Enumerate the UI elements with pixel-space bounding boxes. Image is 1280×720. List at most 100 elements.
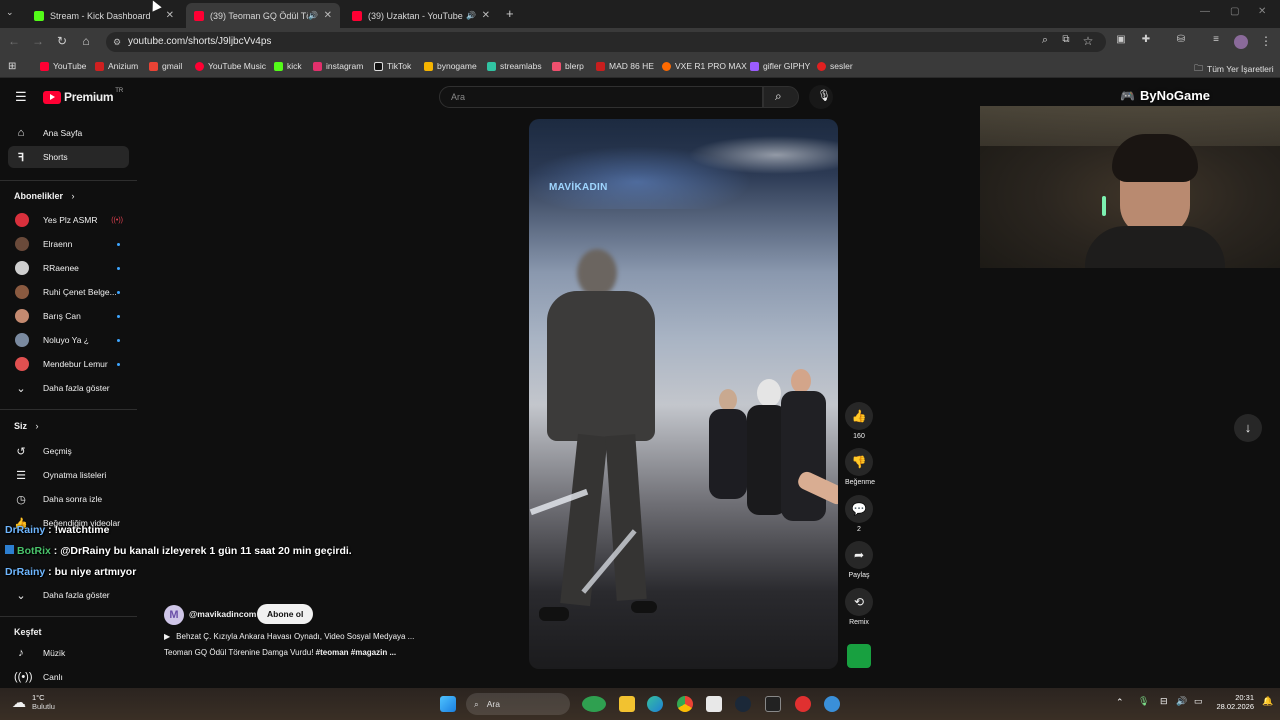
maximize-button[interactable]: ▢ (1230, 6, 1239, 17)
search-button[interactable]: ⌕ (763, 86, 799, 108)
speaker-icon[interactable]: 🔊 (308, 11, 318, 20)
sidebar-item-watch-later[interactable]: ◷ Daha sonra izle (8, 488, 129, 510)
subscription-item[interactable]: Elraenn (8, 233, 129, 255)
show-more-subscriptions[interactable]: ⌄ Daha fazla göster (8, 377, 129, 399)
url-field[interactable]: ⚙ youtube.com/shorts/J9ljbcVv4ps (106, 32, 1106, 52)
bookmark-kick[interactable]: kick (274, 61, 302, 71)
bookmark-mad86[interactable]: MAD 86 HE (596, 61, 654, 71)
weather-widget[interactable]: ☁ 1°C Bulutlu (12, 693, 55, 711)
close-tab-icon[interactable]: ✕ (166, 10, 174, 21)
bookmark-youtube[interactable]: YouTube (40, 61, 86, 71)
windows-start-icon[interactable] (440, 696, 456, 712)
you-heading[interactable]: Siz › (14, 421, 39, 431)
back-icon[interactable]: ← (6, 34, 22, 48)
microphone-icon: 🎙 (817, 90, 831, 102)
youtube-premium-logo[interactable]: Premium TR (43, 88, 123, 104)
minimize-button[interactable]: — (1200, 6, 1210, 17)
taskbar-search[interactable]: ⌕ Ara (466, 693, 570, 715)
speaker-icon[interactable]: 🔊 (466, 11, 476, 20)
short-title-line2[interactable]: Teoman GQ Ödül Törenine Damga Vurdu! #te… (164, 648, 396, 657)
sidebar-item-shorts[interactable]: ꟻ Shorts (8, 146, 129, 168)
subscription-item[interactable]: Yes Plz ASMR ((•)) (8, 209, 129, 231)
reading-list-icon[interactable]: ≡ (1208, 34, 1224, 45)
short-title-line1[interactable]: ▶ Behzat Ç. Kızıyla Ankara Havası Oynadı,… (164, 632, 414, 641)
bookmark-gmail[interactable]: gmail (149, 61, 182, 71)
menu-kebab-icon[interactable]: ⋮ (1258, 34, 1274, 48)
extensions-icon[interactable]: ✚ (1138, 34, 1154, 45)
bookmark-streamlabs[interactable]: streamlabs (487, 61, 542, 71)
widgets-app-icon[interactable] (582, 696, 606, 712)
subscribe-button[interactable]: Abone ol (257, 604, 314, 624)
next-video-button[interactable]: ↓ (1234, 414, 1262, 442)
new-tab-button[interactable]: + (506, 6, 514, 21)
bookmark-instagram[interactable]: instagram (313, 61, 363, 71)
sidebar-item-playlists[interactable]: ☰ Oynatma listeleri (8, 464, 129, 486)
sound-thumbnail[interactable] (847, 644, 871, 668)
forward-icon[interactable]: → (30, 34, 46, 48)
all-bookmarks[interactable]: 🗀 Tüm Yer İşaretleri (1194, 61, 1274, 77)
subscription-item[interactable]: Barış Can (8, 305, 129, 327)
apps-grid-icon[interactable]: ⊞ (8, 61, 16, 72)
extension-icon-1[interactable]: ▣ (1113, 34, 1129, 45)
steam-icon[interactable] (735, 696, 751, 712)
like-button[interactable]: 👍 160 (845, 402, 873, 440)
edge-icon[interactable] (647, 696, 663, 712)
subscription-item[interactable]: RRaenee (8, 257, 129, 279)
clock[interactable]: 20:31 28.02.2026 (1208, 693, 1254, 711)
subscription-item[interactable]: Mendebur Lemur (8, 353, 129, 375)
close-tab-icon[interactable]: ✕ (324, 10, 332, 21)
bookmark-sesler[interactable]: sesler (817, 61, 853, 71)
home-icon[interactable]: ⌂ (78, 34, 94, 48)
close-tab-icon[interactable]: ✕ (482, 10, 490, 21)
battery-icon[interactable]: ▭ (1194, 696, 1203, 707)
channel-avatar[interactable]: M (164, 605, 184, 625)
close-window-button[interactable]: ✕ (1258, 6, 1266, 17)
dislike-button[interactable]: 👎 Beğenme (845, 448, 875, 486)
app-icon-blue[interactable] (824, 696, 840, 712)
remix-button[interactable]: ⟲ Remix (845, 588, 873, 626)
tab-search-button[interactable]: ⌄ (6, 7, 14, 18)
volume-icon[interactable]: 🔊 (1176, 696, 1187, 707)
channel-handle[interactable]: @mavikadincom (189, 609, 256, 619)
tab-teoman-short[interactable]: (39) Teoman GQ Ödül Törer 🔊 ✕ (186, 3, 340, 28)
install-icon[interactable]: ⧉ (1058, 34, 1074, 45)
subscription-item[interactable]: Ruhi Çenet Belge... (8, 281, 129, 303)
reload-icon[interactable]: ↻ (54, 34, 70, 48)
chrome-icon[interactable] (677, 696, 693, 712)
bookmark-blerp[interactable]: blerp (552, 61, 584, 71)
store-icon[interactable] (706, 696, 722, 712)
site-info-icon[interactable]: ⚙ (113, 32, 121, 52)
share-button[interactable]: ➦ Paylaş (845, 541, 873, 579)
file-explorer-icon[interactable] (619, 696, 635, 712)
sidebar-item-home[interactable]: ⌂ Ana Sayfa (8, 122, 129, 144)
bookmark-youtube-music[interactable]: YouTube Music (195, 61, 266, 71)
subscription-item[interactable]: Noluyo Ya ¿ (8, 329, 129, 351)
extension-icon-2[interactable]: ⛁ (1173, 34, 1189, 45)
zoom-icon[interactable]: ⌕ (1037, 34, 1053, 47)
bookmark-star-icon[interactable]: ☆ (1080, 34, 1096, 48)
app-icon-red[interactable] (795, 696, 811, 712)
shorts-video-player[interactable]: MAVİKADIN (529, 119, 838, 669)
search-input[interactable]: Ara (439, 86, 763, 108)
sidebar-item-history[interactable]: ↺ Geçmiş (8, 440, 129, 462)
hashtags[interactable]: #teoman #magazin ... (316, 648, 396, 657)
bookmark-anizium[interactable]: Anizium (95, 61, 138, 71)
voice-search-button[interactable]: 🎙 (809, 85, 833, 109)
show-more-you[interactable]: ⌄ Daha fazla göster (8, 584, 129, 606)
bookmark-giphy[interactable]: gifler GIPHY (750, 61, 810, 71)
bookmark-tiktok[interactable]: TikTok (374, 61, 411, 71)
sidebar-item-music[interactable]: ♪ Müzik (8, 642, 129, 664)
tab-uzaktan[interactable]: (39) Uzaktan - YouTube 🔊 ✕ (344, 3, 498, 28)
notification-bell-icon[interactable]: 🔔 (1262, 696, 1273, 707)
network-icon[interactable]: ⊟ (1160, 696, 1168, 707)
epic-games-icon[interactable] (765, 696, 781, 712)
bookmark-bynogame[interactable]: bynogame (424, 61, 477, 71)
sidebar-item-live[interactable]: ((•)) Canlı (8, 666, 129, 688)
profile-avatar[interactable] (1234, 35, 1248, 49)
subscriptions-heading[interactable]: Abonelikler › (14, 191, 75, 201)
comments-button[interactable]: 💬 2 (845, 495, 873, 533)
show-hidden-icons[interactable]: ⌃ (1116, 697, 1124, 708)
microphone-tray-icon[interactable]: 🎙 (1138, 696, 1149, 707)
bookmark-vxe[interactable]: VXE R1 PRO MAX (662, 61, 747, 71)
hamburger-menu-icon[interactable]: ☰ (15, 89, 27, 105)
